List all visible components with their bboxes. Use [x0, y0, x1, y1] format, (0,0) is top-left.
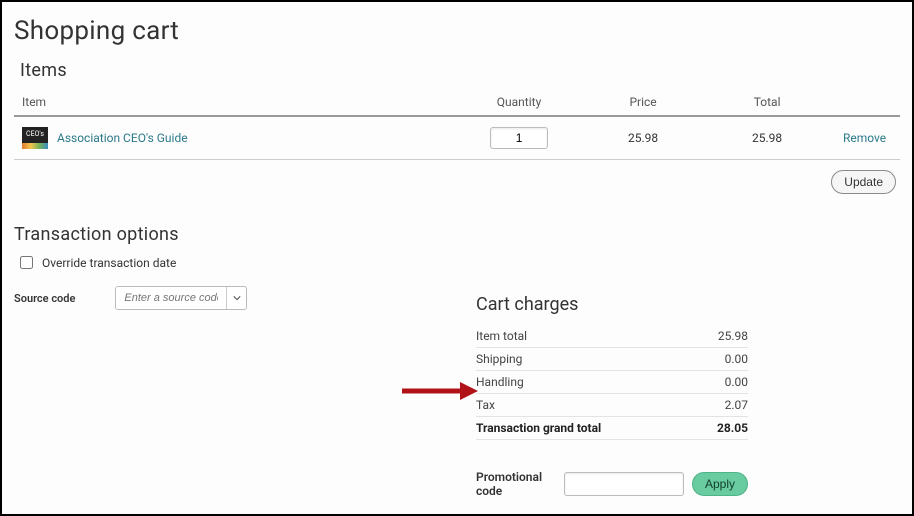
shipping-label: Shipping [476, 352, 522, 366]
item-total-value: 25.98 [718, 329, 748, 343]
item-total: 25.98 [705, 116, 829, 160]
page-title: Shopping cart [14, 16, 900, 46]
tax-label: Tax [476, 398, 495, 412]
table-row: CEO's Association CEO's Guide 25.98 25.9… [14, 116, 900, 160]
source-code-input[interactable] [116, 287, 226, 309]
cart-charges-section: Cart charges Item total 25.98 Shipping 0… [476, 294, 748, 516]
col-total: Total [705, 89, 829, 116]
transaction-options-heading: Transaction options [14, 224, 900, 245]
update-button[interactable]: Update [831, 170, 896, 194]
shipping-value: 0.00 [725, 352, 748, 366]
grand-total-label: Transaction grand total [476, 421, 601, 435]
grand-total-value: 28.05 [717, 421, 748, 435]
handling-label: Handling [476, 375, 524, 389]
promo-code-input[interactable] [564, 472, 684, 496]
col-item: Item [14, 89, 457, 116]
source-code-combo[interactable] [115, 286, 247, 310]
annotation-arrow-icon [400, 380, 478, 402]
override-date-row[interactable]: Override transaction date [16, 253, 900, 272]
items-table: Item Quantity Price Total CEO's Associat… [14, 89, 900, 160]
override-date-label: Override transaction date [42, 256, 176, 270]
source-code-label: Source code [14, 292, 75, 305]
override-date-checkbox[interactable] [20, 256, 33, 269]
tax-value: 2.07 [725, 398, 748, 412]
item-name-link[interactable]: Association CEO's Guide [57, 131, 188, 145]
cart-charges-heading: Cart charges [476, 294, 748, 315]
handling-value: 0.00 [725, 375, 748, 389]
item-thumbnail: CEO's [22, 127, 48, 149]
col-quantity: Quantity [457, 89, 581, 116]
item-total-label: Item total [476, 329, 527, 343]
items-heading: Items [20, 60, 900, 81]
quantity-input[interactable] [490, 127, 548, 149]
promo-code-label: Promotional code [476, 470, 556, 498]
item-price: 25.98 [581, 116, 705, 160]
apply-button[interactable]: Apply [692, 472, 748, 496]
remove-link[interactable]: Remove [843, 131, 886, 145]
col-price: Price [581, 89, 705, 116]
chevron-down-icon[interactable] [226, 287, 246, 309]
